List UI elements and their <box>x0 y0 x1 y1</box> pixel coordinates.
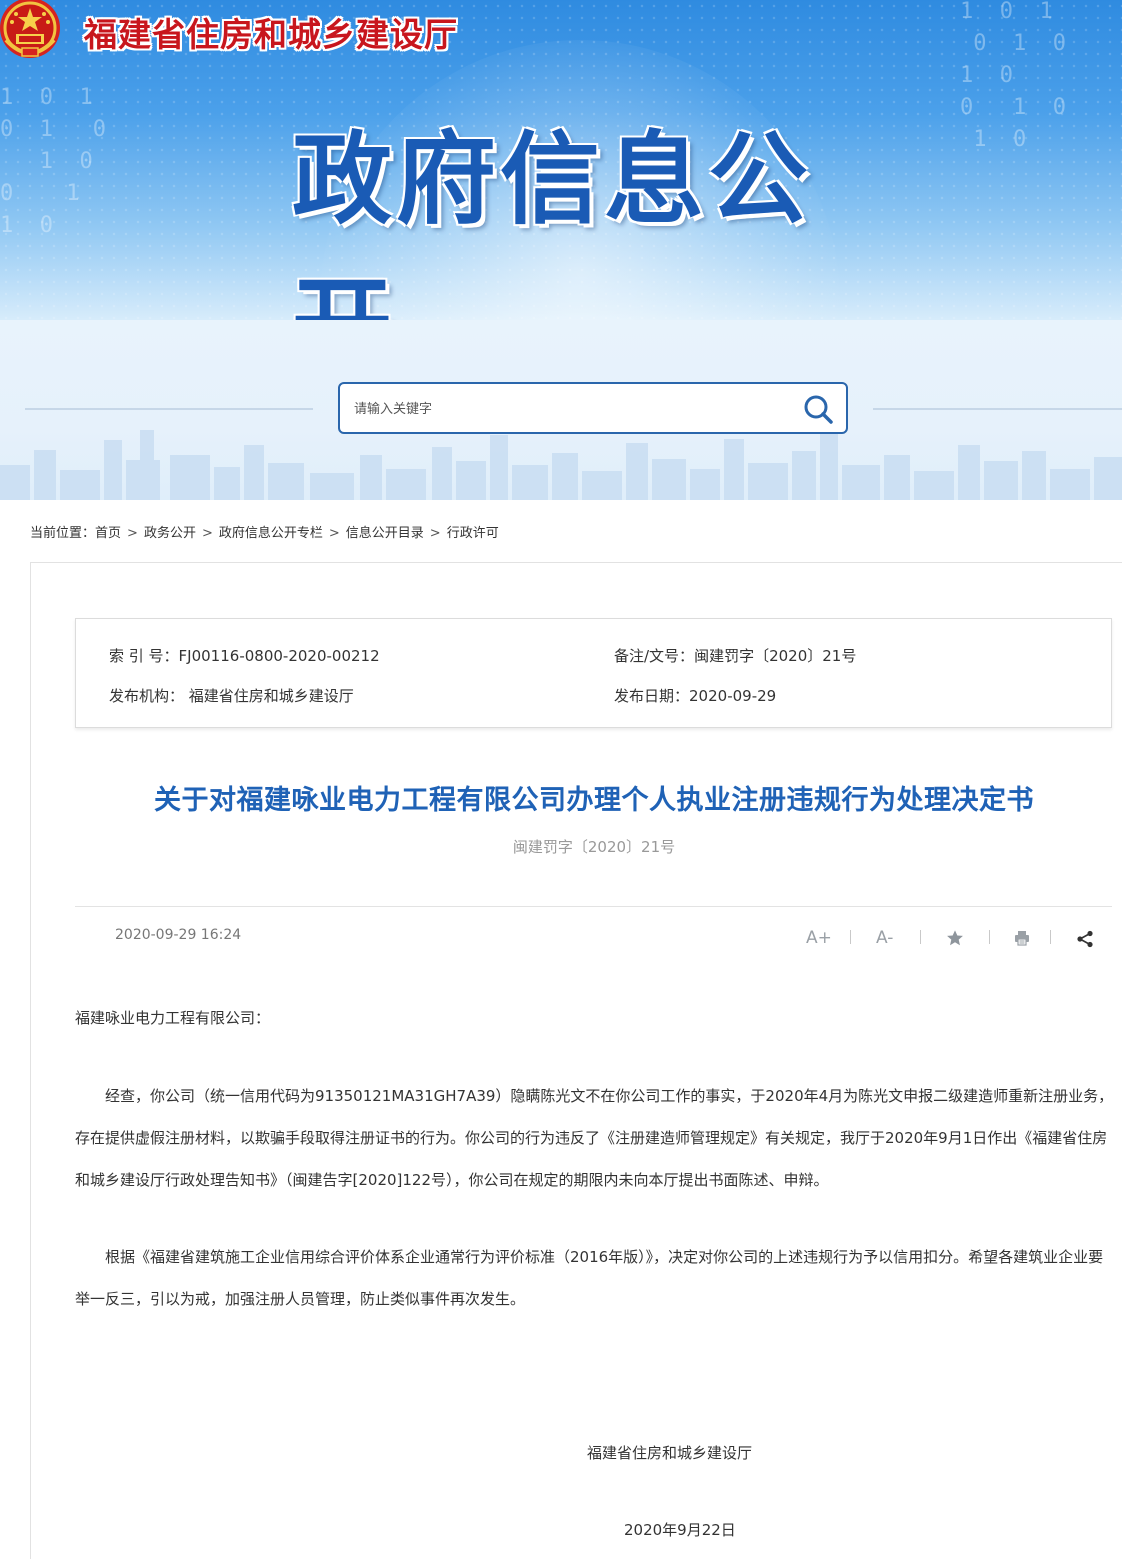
divider-line-left <box>25 408 313 410</box>
share-icon <box>1077 930 1093 948</box>
search-button[interactable] <box>800 392 836 426</box>
toolbar-divider <box>1050 930 1051 944</box>
breadcrumb-item-admin-license[interactable]: 行政许可 <box>447 526 499 541</box>
font-increase-button[interactable]: A+ <box>806 928 832 948</box>
print-button[interactable] <box>1014 930 1030 951</box>
meta-org: 发布机构： 福建省住房和城乡建设厅 <box>109 685 354 706</box>
article-recipient: 福建咏业电力工程有限公司： <box>75 1009 271 1027</box>
article-doc-number: 闽建罚字〔2020〕21号 <box>512 838 676 856</box>
printer-icon <box>1015 931 1029 946</box>
toolbar-divider <box>920 930 921 944</box>
search-band <box>0 320 1122 500</box>
divider-line-right <box>873 408 1122 410</box>
banner-digits-right: 1 0 1 0 1 0 1 0 0 1 0 1 0 <box>960 0 1066 152</box>
meta-org-label: 发布机构： <box>109 687 185 705</box>
favorite-button[interactable] <box>946 929 964 952</box>
share-button[interactable] <box>1076 930 1094 953</box>
meta-date-value: 2020-09-29 <box>689 687 777 705</box>
breadcrumb-item-info-column[interactable]: 政府信息公开专栏 <box>219 526 323 541</box>
breadcrumb-prefix: 当前位置： <box>30 526 96 541</box>
article-signer: 福建省住房和城乡建设厅 <box>587 1444 753 1462</box>
toolbar-divider <box>850 930 851 944</box>
star-icon <box>947 930 963 946</box>
article-paragraph-1: 经查，你公司（统一信用代码为91350121MA31GH7A39）隐瞒陈光文不在… <box>75 1087 1114 1189</box>
article-paragraph-2: 根据《福建省建筑施工企业信用综合评价体系企业通常行为评价标准（2016年版）》，… <box>75 1248 1104 1308</box>
search-icon <box>804 395 833 424</box>
meta-docno: 备注/文号：闽建罚字〔2020〕21号 <box>614 645 856 666</box>
font-decrease-button[interactable]: A- <box>876 928 893 948</box>
city-skyline-illustration <box>0 430 1122 500</box>
banner-title: 政府信息公开 <box>292 121 812 320</box>
document-meta-box: 索 引 号：FJ00116-0800-2020-00212 备注/文号：闽建罚字… <box>75 618 1112 728</box>
meta-index-label: 索 引 号： <box>109 647 179 665</box>
breadcrumb-separator: > <box>328 526 340 541</box>
title-divider <box>75 906 1112 907</box>
header-banner: 1 0 1 0 1 0 1 0 0 1 1 0 1 0 1 0 1 0 1 0 … <box>0 0 1122 320</box>
breadcrumb-separator: > <box>127 526 138 541</box>
meta-index-value: FJ00116-0800-2020-00212 <box>178 647 380 665</box>
site-name[interactable]: 福建省住房和城乡建设厅 <box>84 8 458 56</box>
article-sign-date: 2020年9月22日 <box>624 1521 736 1539</box>
breadcrumb-separator: > <box>201 526 213 541</box>
breadcrumb-item-gov-affairs[interactable]: 政务公开 <box>144 526 196 541</box>
breadcrumb-item-info-catalog[interactable]: 信息公开目录 <box>346 526 424 541</box>
meta-org-value: 福建省住房和城乡建设厅 <box>188 687 354 705</box>
banner-digits-left: 1 0 1 0 1 0 1 0 0 1 1 0 <box>0 85 106 238</box>
article-title: 关于对福建咏业电力工程有限公司办理个人执业注册违规行为处理决定书 <box>154 785 1034 816</box>
meta-docno-label: 备注/文号： <box>614 647 695 665</box>
search-input[interactable] <box>352 396 776 422</box>
meta-index: 索 引 号：FJ00116-0800-2020-00212 <box>109 645 380 666</box>
national-emblem-icon <box>0 0 60 58</box>
publish-time: 2020-09-29 16:24 <box>115 927 242 943</box>
meta-date: 发布日期：2020-09-29 <box>614 685 776 706</box>
breadcrumb-item-home[interactable]: 首页 <box>95 526 121 541</box>
search-box <box>338 382 848 434</box>
toolbar-divider <box>989 930 990 944</box>
meta-docno-value: 闽建罚字〔2020〕21号 <box>694 647 857 665</box>
breadcrumb: 当前位置：首页 > 政务公开 > 政府信息公开专栏 > 信息公开目录 > 行政许可 <box>30 522 499 541</box>
article-toolbar: A+ A- <box>800 926 1100 952</box>
breadcrumb-separator: > <box>429 526 441 541</box>
meta-date-label: 发布日期： <box>614 687 690 705</box>
